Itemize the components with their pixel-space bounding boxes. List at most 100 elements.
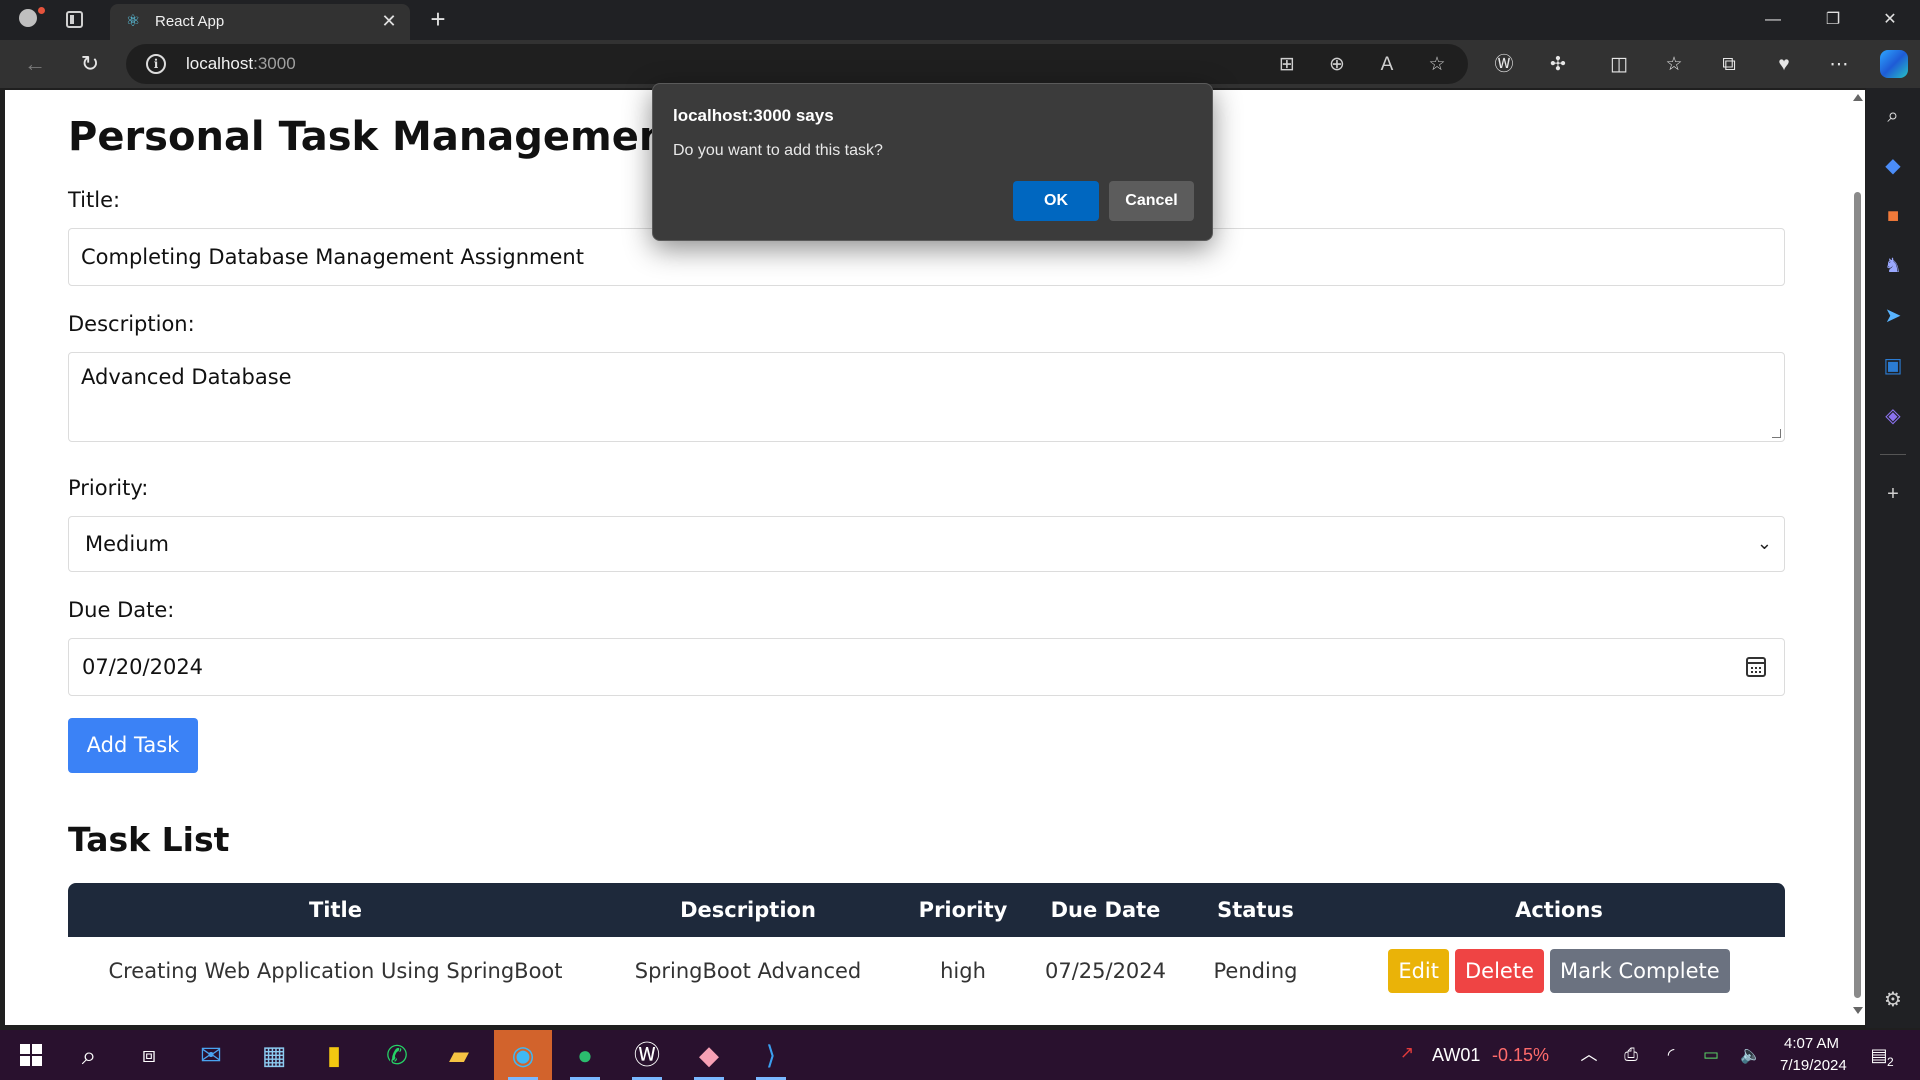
notification-count: 2 xyxy=(1887,1055,1894,1069)
volume-icon[interactable]: 🔈 xyxy=(1740,1044,1762,1066)
priority-select[interactable]: Medium ⌄ xyxy=(68,516,1785,572)
close-window-button[interactable]: ✕ xyxy=(1862,0,1918,40)
stock-change: -0.15% xyxy=(1492,1045,1550,1065)
zoom-icon[interactable]: ⊕ xyxy=(1326,54,1348,76)
read-aloud-icon[interactable]: A xyxy=(1376,54,1398,76)
edge-app-icon[interactable]: ◉ xyxy=(494,1030,552,1080)
add-icon[interactable]: + xyxy=(1881,482,1905,506)
priority-selected-value: Medium xyxy=(85,532,169,556)
browser-essentials-icon[interactable]: ♥ xyxy=(1772,53,1796,77)
due-date-value: 07/20/2024 xyxy=(82,655,204,679)
page-title: Personal Task Management To xyxy=(68,114,750,160)
cancel-button[interactable]: Cancel xyxy=(1109,181,1194,221)
task-view-icon[interactable]: ⧈ xyxy=(120,1030,178,1080)
battery-icon[interactable]: ▭ xyxy=(1700,1044,1722,1066)
search-icon[interactable]: ⌕ xyxy=(1881,104,1905,128)
windows-logo-icon xyxy=(20,1044,42,1066)
scrollbar-thumb[interactable] xyxy=(1854,192,1861,998)
close-tab-icon[interactable]: ✕ xyxy=(378,10,400,32)
drop-icon[interactable]: ◈ xyxy=(1881,404,1905,428)
due-date-input[interactable]: 07/20/2024 xyxy=(68,638,1785,696)
whatsapp-icon[interactable]: ✆ xyxy=(368,1030,426,1080)
chevron-down-icon: ⌄ xyxy=(1756,533,1772,554)
games-icon[interactable]: ♞ xyxy=(1881,254,1905,278)
calendar-icon[interactable] xyxy=(1746,657,1766,677)
minimize-button[interactable]: — xyxy=(1745,0,1801,40)
store-app-icon[interactable]: ▦ xyxy=(245,1030,303,1080)
shopping-tag-icon[interactable]: ◆ xyxy=(1881,154,1905,178)
collections-icon[interactable]: ⧉ xyxy=(1717,53,1741,77)
vscode-app-icon[interactable]: ⟩ xyxy=(742,1030,800,1080)
wordpress-app-icon[interactable]: Ⓦ xyxy=(618,1030,676,1080)
address-bar[interactable]: i localhost:3000 ⊞ ⊕ A ☆ xyxy=(126,44,1468,84)
edge-sidebar: ⌕ ◆ ■ ♞ ➤ ▣ ◈ + ⚙ xyxy=(1866,88,1920,1028)
favorites-icon[interactable]: ☆ xyxy=(1662,53,1686,77)
split-screen-icon[interactable]: ◫ xyxy=(1607,53,1631,77)
dialog-title: localhost:3000 says xyxy=(673,106,834,125)
windows-taskbar: ⌕ ⧈ ✉ ▦ ▮ ✆ ▰ ◉ ● Ⓦ ◆ ⟩ ↗ AW01 -0.15% ︿ … xyxy=(0,1030,1920,1080)
apps-grid-icon[interactable]: ⊞ xyxy=(1276,54,1298,76)
new-tab-button[interactable]: + xyxy=(424,6,452,34)
back-arrow-icon[interactable]: ← xyxy=(20,49,50,79)
column-header-due-date: Due Date xyxy=(1050,898,1161,922)
task-list-heading: Task List xyxy=(68,820,230,859)
dialog-message: Do you want to add this task? xyxy=(673,142,883,159)
page-scrollbar[interactable] xyxy=(1850,90,1865,1025)
start-button[interactable] xyxy=(0,1030,58,1080)
mail-app-icon[interactable]: ✉ xyxy=(182,1030,240,1080)
mark-complete-button[interactable]: Mark Complete xyxy=(1550,949,1730,993)
clock-time[interactable]: 4:07 AM xyxy=(1784,1035,1839,1052)
tab-title: React App xyxy=(155,13,225,30)
browser-toolbar: ← ↻ i localhost:3000 ⊞ ⊕ A ☆ Ⓦ ✣ ◫ ☆ ⧉ ♥… xyxy=(0,40,1920,88)
search-icon[interactable]: ⌕ xyxy=(60,1030,118,1080)
scroll-down-arrow-icon[interactable] xyxy=(1853,1007,1863,1014)
table-row: Creating Web Application Using SpringBoo… xyxy=(68,937,1785,1005)
scroll-up-arrow-icon[interactable] xyxy=(1853,94,1863,101)
send-icon[interactable]: ➤ xyxy=(1881,304,1905,328)
more-options-icon[interactable]: ⋯ xyxy=(1827,53,1851,77)
tray-overflow-chevron-icon[interactable]: ︿ xyxy=(1578,1044,1600,1066)
restore-button[interactable]: ❐ xyxy=(1805,0,1861,40)
stock-symbol[interactable]: AW01 xyxy=(1432,1045,1480,1066)
sidebar-divider xyxy=(1880,454,1906,455)
priority-label: Priority: xyxy=(68,476,149,500)
git-app-icon[interactable]: ◆ xyxy=(680,1030,738,1080)
refresh-icon[interactable]: ↻ xyxy=(75,49,105,79)
task-status-cell: Pending xyxy=(1213,959,1298,983)
network-icon[interactable]: ◜ xyxy=(1660,1044,1682,1066)
stock-chart-icon[interactable]: ↗ xyxy=(1392,1042,1422,1064)
confirm-dialog: localhost:3000 says Do you want to add t… xyxy=(652,83,1213,241)
settings-gear-icon[interactable]: ⚙ xyxy=(1881,988,1905,1012)
add-task-button[interactable]: Add Task xyxy=(68,718,198,773)
browser-tab[interactable]: ⚛ React App ✕ xyxy=(110,4,410,40)
resize-grip-icon[interactable] xyxy=(1772,429,1781,438)
description-textarea[interactable]: Advanced Database xyxy=(68,352,1785,442)
column-header-actions: Actions xyxy=(1515,898,1603,922)
profile-avatar-icon[interactable] xyxy=(12,7,45,33)
clock-date[interactable]: 7/19/2024 xyxy=(1780,1057,1847,1074)
tools-icon[interactable]: ■ xyxy=(1881,204,1905,228)
task-priority-cell: high xyxy=(940,959,986,983)
task-due-date-cell: 07/25/2024 xyxy=(1044,959,1167,983)
edit-button[interactable]: Edit xyxy=(1388,949,1449,993)
url-text[interactable]: localhost:3000 xyxy=(186,54,296,74)
delete-button[interactable]: Delete xyxy=(1455,949,1544,993)
mongodb-icon[interactable]: ● xyxy=(556,1030,614,1080)
browser-titlebar: ⚛ React App ✕ + — ❐ ✕ xyxy=(0,0,1920,40)
description-label: Description: xyxy=(68,312,195,336)
task-title-cell: Creating Web Application Using SpringBoo… xyxy=(108,959,563,983)
outlook-icon[interactable]: ▣ xyxy=(1881,354,1905,378)
site-info-icon[interactable]: i xyxy=(146,54,166,74)
wordpress-extension-icon[interactable]: Ⓦ xyxy=(1492,53,1516,77)
due-date-label: Due Date: xyxy=(68,598,175,622)
meet-now-icon[interactable]: ⎙ xyxy=(1620,1044,1642,1066)
copilot-icon[interactable] xyxy=(1880,50,1908,78)
ok-button[interactable]: OK xyxy=(1013,181,1099,221)
tab-actions-icon[interactable] xyxy=(66,11,83,28)
task-actions-cell: Edit Delete Mark Complete xyxy=(1333,937,1785,1005)
extensions-icon[interactable]: ✣ xyxy=(1546,53,1570,77)
file-explorer-icon[interactable]: ▰ xyxy=(430,1030,488,1080)
power-bi-icon[interactable]: ▮ xyxy=(305,1030,363,1080)
react-favicon-icon: ⚛ xyxy=(125,13,141,30)
favorite-star-icon[interactable]: ☆ xyxy=(1426,54,1448,76)
